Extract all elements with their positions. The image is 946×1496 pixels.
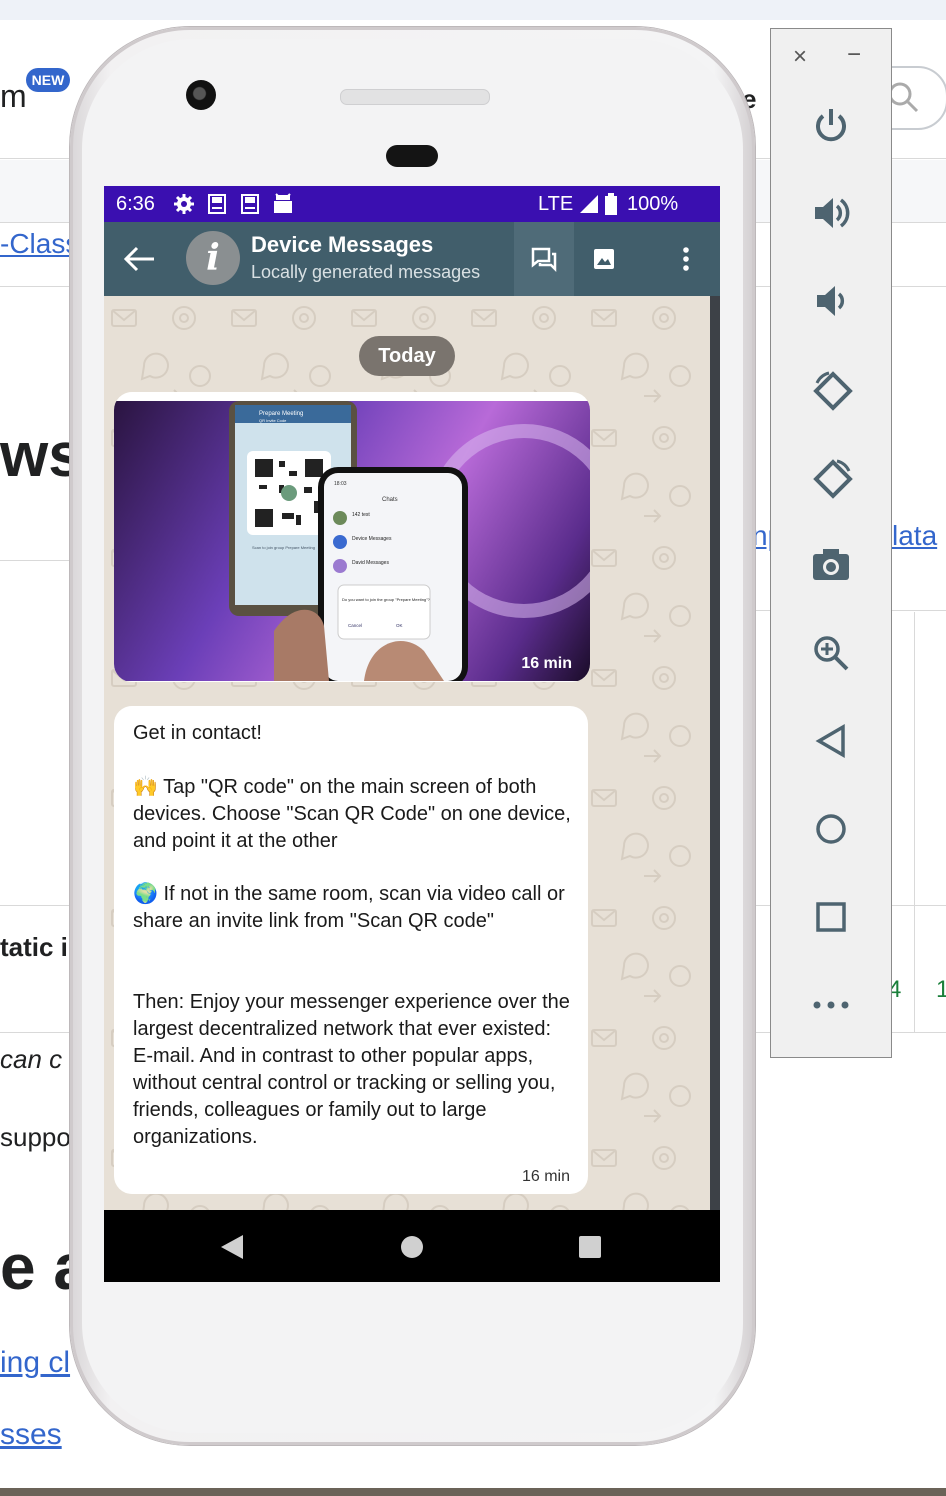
front-camera	[186, 80, 216, 110]
battery-percent: 100%	[627, 193, 679, 215]
overflow-menu-button[interactable]	[656, 222, 716, 296]
image-dialog-cancel: Cancel	[348, 623, 362, 628]
phone-screen: 6:36 LTE 100% i Device Messages Locally …	[104, 186, 720, 1282]
arrow-left-icon	[123, 246, 154, 272]
power-icon	[816, 109, 846, 142]
image-phone-header: Chats	[382, 497, 398, 503]
bg-link-2[interactable]: sses	[0, 1418, 62, 1452]
image-meeting-title: Prepare Meeting	[259, 411, 303, 417]
bg-data-link[interactable]: lata	[892, 520, 937, 552]
home-nav-button[interactable]	[799, 801, 863, 857]
bg-can-fragment: can c	[0, 1044, 63, 1074]
new-badge: NEW	[26, 68, 70, 92]
nav-back-icon[interactable]	[219, 1234, 245, 1260]
chat-avatar[interactable]: i	[186, 231, 240, 285]
sd-card-icon-2	[241, 194, 259, 214]
text-message-bubble[interactable]: Get in contact! 🙌 Tap "QR code" on the m…	[114, 706, 588, 1194]
signal-icon	[580, 195, 598, 213]
more-vert-icon	[683, 247, 689, 271]
screenshot-button[interactable]	[799, 537, 863, 593]
text-message-time: 16 min	[521, 1168, 570, 1185]
message-paragraph-4: Then: Enjoy your messenger experience ov…	[133, 991, 570, 1148]
minimize-button[interactable]: −	[847, 41, 861, 69]
network-type: LTE	[538, 193, 574, 215]
overview-nav-button[interactable]	[799, 889, 863, 945]
image-message-bubble[interactable]: Prepare Meeting QR Invite Code Scan to j…	[114, 392, 590, 682]
volume-down-button[interactable]	[799, 273, 863, 329]
image-dialog-ok: OK	[396, 623, 403, 628]
bg-static-fragment: tatic i	[0, 932, 68, 962]
emulator-toolbar: × −	[770, 28, 892, 1058]
message-paragraph-2: 🙌 Tap "QR code" on the main screen of bo…	[133, 776, 571, 852]
chat-subtitle: Locally generated messages	[251, 262, 481, 282]
image-message-time: 16 min	[521, 655, 572, 672]
back-nav-button[interactable]	[799, 713, 863, 769]
status-time: 6:36	[116, 193, 155, 215]
back-triangle-icon	[815, 723, 845, 759]
battery-icon	[605, 193, 617, 215]
image-chat-2: Device Messages	[352, 536, 392, 542]
chat-title[interactable]: Device Messages	[251, 232, 433, 258]
nav-recents-icon[interactable]	[578, 1235, 602, 1259]
avatar-letter: i	[206, 237, 220, 279]
rotate-right-icon	[813, 459, 853, 499]
android-nav-bar	[104, 1210, 720, 1282]
image-icon	[594, 249, 614, 269]
date-separator: Today	[359, 336, 455, 376]
bg-heading-fragment: m	[0, 78, 27, 114]
android-icon	[274, 193, 292, 213]
image-dialog-text: Do you want to join the group "Prepare M…	[342, 597, 431, 602]
photo-phones-with-qr: Prepare Meeting QR Invite Code Scan to j…	[229, 401, 590, 681]
image-chat-1: 142 test	[352, 512, 370, 518]
proximity-sensor	[386, 145, 438, 167]
image-chat-3: David Messages	[352, 560, 389, 566]
rotate-right-button[interactable]	[799, 449, 863, 505]
home-circle-icon	[816, 814, 846, 844]
message-image[interactable]: Prepare Meeting QR Invite Code Scan to j…	[114, 401, 590, 681]
back-button[interactable]	[118, 239, 162, 279]
scrollbar[interactable]	[710, 296, 720, 1210]
image-phone-time: 18:03	[334, 481, 347, 487]
image-scan-caption: Scan to join group Prepare Meeting	[252, 545, 315, 550]
close-button[interactable]: ×	[793, 43, 807, 71]
earpiece-speaker	[340, 89, 490, 105]
bg-number-1: 1	[936, 976, 946, 1003]
gallery-button[interactable]	[574, 222, 634, 296]
more-horiz-icon	[813, 1001, 849, 1009]
settings-gear-icon	[174, 194, 194, 214]
browser-top-strip	[0, 0, 946, 20]
bg-link-1[interactable]: ing cl	[0, 1346, 70, 1380]
camera-icon	[813, 549, 849, 580]
volume-up-button[interactable]	[799, 185, 863, 241]
forum-icon	[531, 247, 557, 273]
sd-card-icon	[208, 194, 226, 214]
rotate-left-icon	[813, 371, 853, 411]
overview-square-icon	[816, 902, 846, 932]
message-paragraph-1: Get in contact!	[133, 722, 262, 744]
volume-down-icon	[817, 286, 845, 316]
bg-class-link[interactable]: -Class	[0, 228, 79, 260]
zoom-button[interactable]	[799, 625, 863, 681]
rotate-left-button[interactable]	[799, 361, 863, 417]
app-bar: i Device Messages Locally generated mess…	[104, 222, 720, 296]
zoom-icon	[814, 636, 849, 671]
volume-up-icon	[815, 198, 850, 228]
status-bar: 6:36 LTE 100%	[104, 186, 720, 222]
image-qr-label: QR Invite Code	[259, 418, 287, 423]
more-options-button[interactable]	[799, 977, 863, 1033]
nav-home-icon[interactable]	[399, 1234, 425, 1260]
bg-support-fragment: suppo	[0, 1122, 71, 1152]
message-paragraph-3: 🌍 If not in the same room, scan via vide…	[133, 883, 565, 932]
chat-view-button[interactable]	[514, 222, 574, 296]
power-button[interactable]	[799, 97, 863, 153]
